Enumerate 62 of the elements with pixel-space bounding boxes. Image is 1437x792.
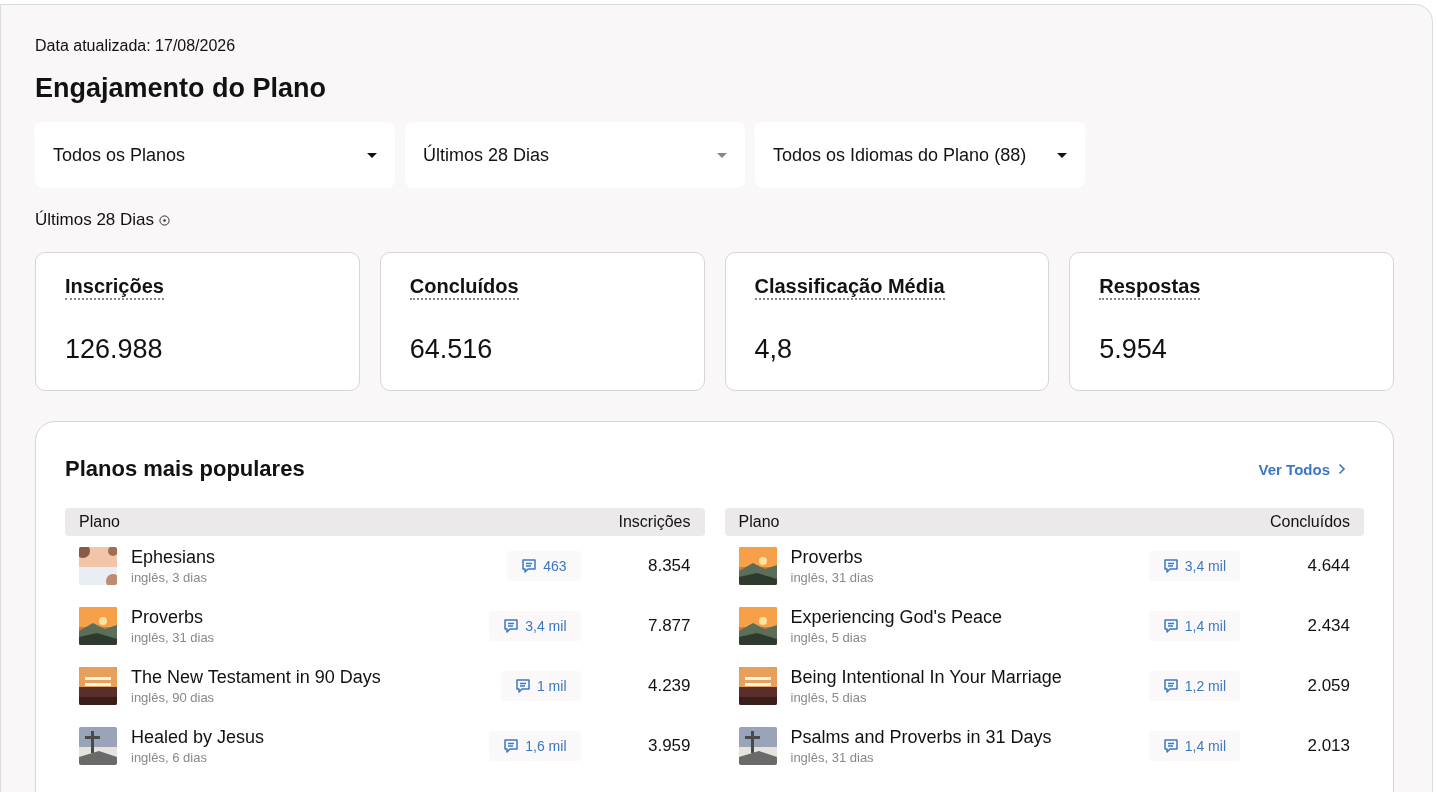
stat-value: 64.516: [409, 334, 494, 365]
plan-meta: inglês, 31 dias: [790, 570, 875, 585]
plan-meta: inglês, 31 dias: [131, 630, 216, 645]
plan-meta: inglês, 90 dias: [131, 690, 216, 705]
plan-meta: inglês, 31 dias: [790, 750, 875, 765]
comment-icon: [1162, 738, 1179, 754]
column-header: Inscrições: [618, 513, 691, 531]
comment-icon: [1162, 618, 1179, 634]
plan-count: 2.434: [1306, 616, 1350, 636]
comments-button[interactable]: 1,4 mil: [1148, 611, 1240, 641]
plan-count: 2.013: [1306, 736, 1350, 756]
info-icon[interactable]: [159, 214, 171, 226]
plan-count: 8.354: [646, 556, 691, 576]
comment-icon: [514, 678, 531, 694]
page-title: Engajamento do Plano: [35, 73, 328, 104]
filter-dropdown[interactable]: Últimos 28 Dias: [405, 122, 745, 188]
plan-name[interactable]: Psalms and Proverbs in 31 Days: [790, 727, 1135, 748]
plan-name[interactable]: Proverbs: [790, 547, 1135, 568]
plan-count: 2.059: [1306, 676, 1350, 696]
comment-icon: [503, 618, 520, 634]
comments-button[interactable]: 1 mil: [500, 671, 581, 701]
stat-label: Concluídos: [409, 275, 519, 300]
stat-value: 5.954: [1099, 334, 1168, 365]
stat-label: Classificação Média: [754, 275, 945, 300]
plan-name[interactable]: Proverbs: [131, 607, 476, 628]
plan-count: 4.239: [646, 676, 691, 696]
stat-value: 4,8: [754, 334, 794, 365]
plan-name[interactable]: Healed by Jesus: [131, 727, 476, 748]
plan-meta: inglês, 3 dias: [131, 570, 208, 585]
comments-button[interactable]: 463: [507, 551, 581, 581]
stat-value: 126.988: [65, 334, 164, 365]
plan-meta: inglês, 5 dias: [790, 690, 868, 705]
stat-label: Respostas: [1099, 275, 1201, 300]
comment-icon: [1162, 678, 1179, 694]
comments-button[interactable]: 1,4 mil: [1148, 731, 1240, 761]
chevron-right-icon: [1338, 463, 1346, 475]
plan-name[interactable]: Ephesians: [131, 547, 494, 568]
comments-button[interactable]: 3,4 mil: [1148, 551, 1240, 581]
filter-dropdown[interactable]: Todos os Planos: [35, 122, 395, 188]
plan-count: 3.959: [646, 736, 691, 756]
see-all-link[interactable]: Ver Todos: [1258, 460, 1346, 478]
plan-meta: inglês, 6 dias: [131, 750, 208, 765]
column-header: Concluídos: [1269, 513, 1350, 531]
period-label: Últimos 28 Dias: [35, 210, 155, 230]
comments-button[interactable]: 3,4 mil: [489, 611, 581, 641]
section-title: Planos mais populares: [65, 456, 305, 482]
comment-icon: [503, 738, 520, 754]
update-date: Data atualizada: 17/08/2026: [35, 37, 237, 55]
filter-dropdown[interactable]: Todos os Idiomas do Plano (88): [755, 122, 1085, 188]
plan-name[interactable]: Being Intentional In Your Marriage: [790, 667, 1135, 688]
comments-button[interactable]: 1,2 mil: [1148, 671, 1240, 701]
comment-icon: [1162, 558, 1179, 574]
plan-count: 7.877: [646, 616, 691, 636]
comment-icon: [521, 558, 538, 574]
plan-name[interactable]: The New Testament in 90 Days: [131, 667, 487, 688]
plan-name[interactable]: Experiencing God's Peace: [790, 607, 1135, 628]
plan-meta: inglês, 5 dias: [790, 630, 868, 645]
stat-label: Inscrições: [65, 275, 164, 300]
comments-button[interactable]: 1,6 mil: [489, 731, 581, 761]
plan-count: 4.644: [1306, 556, 1350, 576]
column-header: Plano: [738, 513, 780, 531]
column-header: Plano: [79, 513, 120, 531]
